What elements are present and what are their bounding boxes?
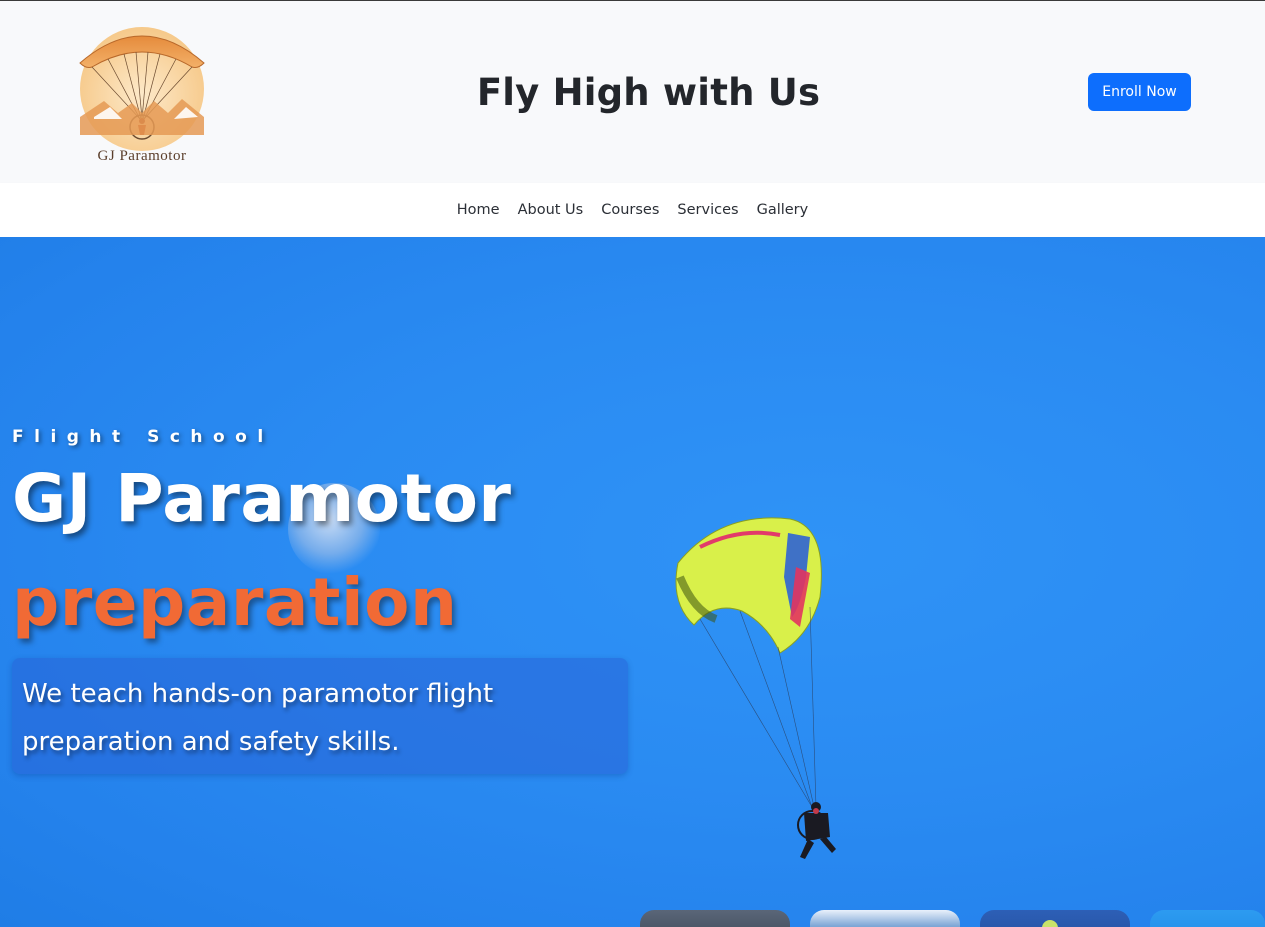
hero-title: GJ Paramotor: [12, 460, 512, 537]
site-title: Fly High with Us: [476, 71, 821, 114]
nav-item-courses[interactable]: Courses: [593, 196, 667, 224]
gallery-thumbnail[interactable]: [640, 910, 790, 927]
thumbnail-wing-icon: [1042, 920, 1058, 927]
nav-item-about-us[interactable]: About Us: [510, 196, 592, 224]
paramotor-logo-icon[interactable]: GJ Paramotor: [74, 17, 210, 169]
hero-description: We teach hands-on paramotor flight prepa…: [12, 658, 628, 774]
nav-item-services[interactable]: Services: [669, 196, 746, 224]
paraglider-image: [675, 517, 836, 859]
logo-graphic: [79, 27, 205, 151]
main-nav: Home About Us Courses Services Gallery: [0, 183, 1265, 237]
nav-item-gallery[interactable]: Gallery: [749, 196, 817, 224]
nav-item-home[interactable]: Home: [449, 196, 508, 224]
hero-section: Flight School GJ Paramotor preparation W…: [0, 237, 1265, 927]
gallery-thumbnail[interactable]: [1150, 910, 1265, 927]
hero-eyebrow: Flight School: [12, 427, 274, 447]
hero-accent-word: preparation: [12, 564, 458, 641]
site-header: GJ Paramotor Fly High with Us Enroll Now: [0, 1, 1265, 183]
gallery-thumbnail[interactable]: [980, 910, 1130, 927]
gallery-thumbnail[interactable]: [810, 910, 960, 927]
logo-text: GJ Paramotor: [97, 148, 187, 164]
enroll-now-button[interactable]: Enroll Now: [1088, 73, 1191, 111]
